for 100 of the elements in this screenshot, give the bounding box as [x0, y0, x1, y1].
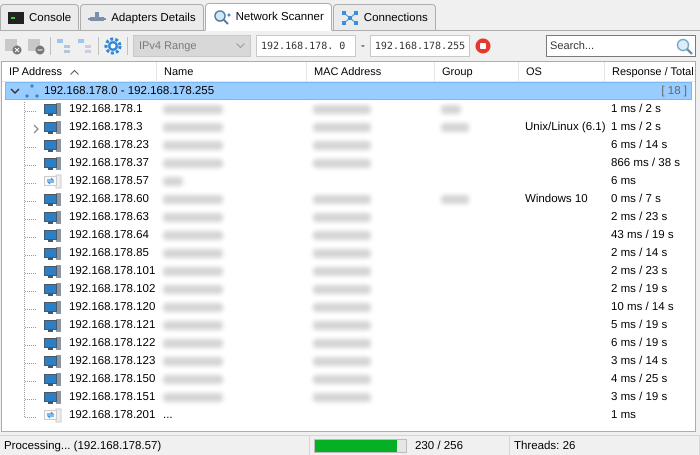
tab[interactable]: Connections: [332, 4, 436, 30]
host-row[interactable]: 192.168.178.37 866 ms / 38 s: [2, 154, 695, 172]
host-row[interactable]: 192.168.178.1 1 ms / 2 s: [2, 100, 695, 118]
computer-icon: [44, 156, 62, 170]
tree-line: [24, 228, 36, 246]
ip-address: 192.168.178.201: [69, 409, 156, 421]
host-row[interactable]: 192.168.178.3 Unix/Linux (6.1) 1 ms / 2 s: [2, 118, 695, 136]
tree-line: [24, 174, 36, 192]
range-group-row[interactable]: 192.168.178.0 - 192.168.178.255 [ 18 ]: [5, 82, 692, 100]
computer-refresh-icon: [44, 174, 62, 188]
ip-address: 192.168.178.122: [69, 337, 156, 349]
computer-icon: [44, 246, 62, 260]
computer-icon: [44, 336, 62, 350]
host-row[interactable]: 192.168.178.85 2 ms / 14 s: [2, 244, 695, 262]
chevron-right-icon[interactable]: [32, 124, 40, 134]
network-nodes-icon: [340, 10, 359, 26]
column-header[interactable]: Response / Total: [605, 62, 695, 81]
computer-icon: [44, 372, 62, 386]
host-row[interactable]: 192.168.178.23 6 ms / 14 s: [2, 136, 695, 154]
ip-address: 192.168.178.37: [69, 157, 149, 169]
response-time: 43 ms / 19 s: [611, 229, 674, 241]
host-row[interactable]: 192.168.178.122 6 ms / 19 s: [2, 334, 695, 352]
ip-address: 192.168.178.123: [69, 355, 156, 367]
computer-icon: [44, 282, 62, 296]
host-row[interactable]: 192.168.178.63 2 ms / 23 s: [2, 208, 695, 226]
column-header[interactable]: MAC Address: [307, 62, 435, 81]
search-field[interactable]: Search...: [546, 35, 696, 57]
ip-address: 192.168.178.102: [69, 283, 156, 295]
host-row[interactable]: 192.168.178.151 3 ms / 19 s: [2, 388, 695, 406]
response-time: 2 ms / 19 s: [611, 283, 668, 295]
range-end-field[interactable]: 192.168.178.255: [370, 35, 470, 57]
host-row[interactable]: 192.168.178.102 2 ms / 19 s: [2, 280, 695, 298]
tree-line: [24, 156, 36, 174]
tree-line: [24, 336, 36, 354]
host-row[interactable]: 192.168.178.150 4 ms / 25 s: [2, 370, 695, 388]
computer-icon: [44, 138, 62, 152]
chevron-down-icon[interactable]: [10, 86, 20, 96]
computer-icon: [44, 192, 62, 206]
response-time: 2 ms / 14 s: [611, 247, 668, 259]
column-header[interactable]: IP Address: [2, 62, 157, 81]
os-name: Windows 10: [525, 193, 588, 205]
tree-line: [24, 264, 36, 282]
tree-line: [24, 246, 36, 264]
remove-list-icon[interactable]: [27, 37, 45, 55]
response-time: 6 ms / 14 s: [611, 139, 668, 151]
os-name: Unix/Linux (6.1): [525, 121, 606, 133]
computer-icon: [44, 210, 62, 224]
computer-icon: [44, 264, 62, 278]
ip-address: 192.168.178.3: [69, 121, 143, 133]
host-row[interactable]: 192.168.178.123 3 ms / 14 s: [2, 352, 695, 370]
tree-line: [24, 372, 36, 390]
tab[interactable]: Adapters Details: [80, 4, 204, 30]
computer-icon: [44, 120, 62, 134]
range-start-field[interactable]: 192.168.178. 0: [256, 35, 356, 57]
host-row[interactable]: 192.168.178.60 Windows 10 0 ms / 7 s: [2, 190, 695, 208]
range-separator: -: [361, 40, 365, 52]
response-time: 6 ms / 19 s: [611, 337, 668, 349]
ip-address: 192.168.178.150: [69, 373, 156, 385]
ip-address: 192.168.178.23: [69, 139, 149, 151]
settings-icon[interactable]: [104, 37, 122, 55]
remove-list-icon[interactable]: [4, 37, 22, 55]
ip-address: 192.168.178.85: [69, 247, 149, 259]
response-time: 1 ms: [611, 409, 636, 421]
computer-icon: [44, 354, 62, 368]
stop-icon[interactable]: [474, 38, 491, 54]
response-time: 3 ms / 19 s: [611, 391, 668, 403]
response-time: 6 ms: [611, 175, 636, 187]
tab[interactable]: Network Scanner: [204, 3, 332, 31]
response-time: 1 ms / 2 s: [611, 103, 661, 115]
computer-icon: [44, 102, 62, 116]
host-row[interactable]: 192.168.178.57 6 ms: [2, 172, 695, 190]
magnifier-network-icon: [212, 9, 231, 25]
chevron-down-icon: [236, 43, 245, 49]
response-time: 3 ms / 14 s: [611, 355, 668, 367]
host-row[interactable]: 192.168.178.101 2 ms / 23 s: [2, 262, 695, 280]
range-label: 192.168.178.0 - 192.168.178.255: [44, 85, 214, 97]
ip-address: 192.168.178.101: [69, 265, 156, 277]
host-row[interactable]: 192.168.178.121 5 ms / 19 s: [2, 316, 695, 334]
response-time: 4 ms / 25 s: [611, 373, 668, 385]
ip-address: 192.168.178.64: [69, 229, 149, 241]
host-row[interactable]: 192.168.178.201 ... 1 ms: [2, 406, 695, 424]
tree-line: [24, 318, 36, 336]
computer-icon: [44, 318, 62, 332]
progress-count: 230 / 256: [415, 440, 463, 452]
ip-address: 192.168.178.60: [69, 193, 149, 205]
ip-address: 192.168.178.1: [69, 103, 143, 115]
tab[interactable]: Console: [0, 4, 80, 30]
thread-count: Threads: 26: [514, 440, 576, 452]
tree-line: [24, 210, 36, 228]
column-header[interactable]: OS: [519, 62, 605, 81]
ip-address: 192.168.178.151: [69, 391, 156, 403]
column-header[interactable]: Group: [435, 62, 519, 81]
ip-address: 192.168.178.57: [69, 175, 149, 187]
response-time: 5 ms / 19 s: [611, 319, 668, 331]
column-header[interactable]: Name: [157, 62, 307, 81]
host-row[interactable]: 192.168.178.64 43 ms / 19 s: [2, 226, 695, 244]
host-count: [ 18 ]: [661, 85, 687, 97]
response-time: 1 ms / 2 s: [611, 121, 661, 133]
computer-icon: [44, 228, 62, 242]
host-row[interactable]: 192.168.178.120 10 ms / 14 s: [2, 298, 695, 316]
